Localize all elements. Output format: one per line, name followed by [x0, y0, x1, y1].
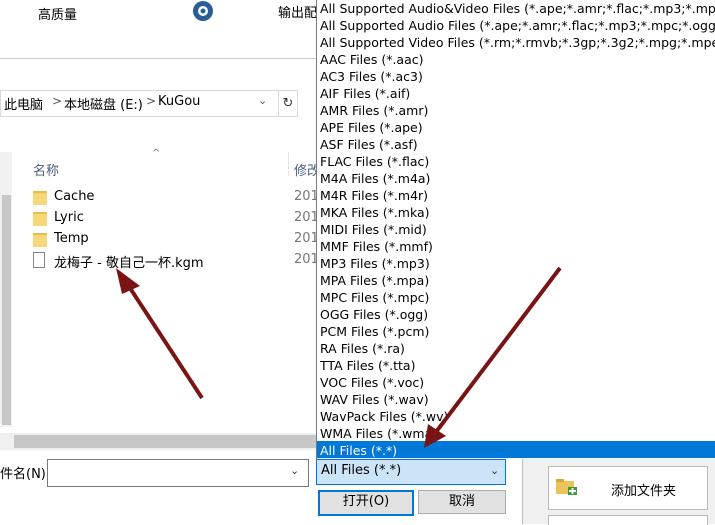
- annotation-arrow-type: [434, 266, 562, 434]
- annotation-arrowhead-file: [116, 268, 140, 294]
- annotation-arrows: [116, 266, 562, 448]
- annotation-arrow-file: [126, 283, 204, 400]
- annotation-arrowhead-type: [424, 424, 446, 448]
